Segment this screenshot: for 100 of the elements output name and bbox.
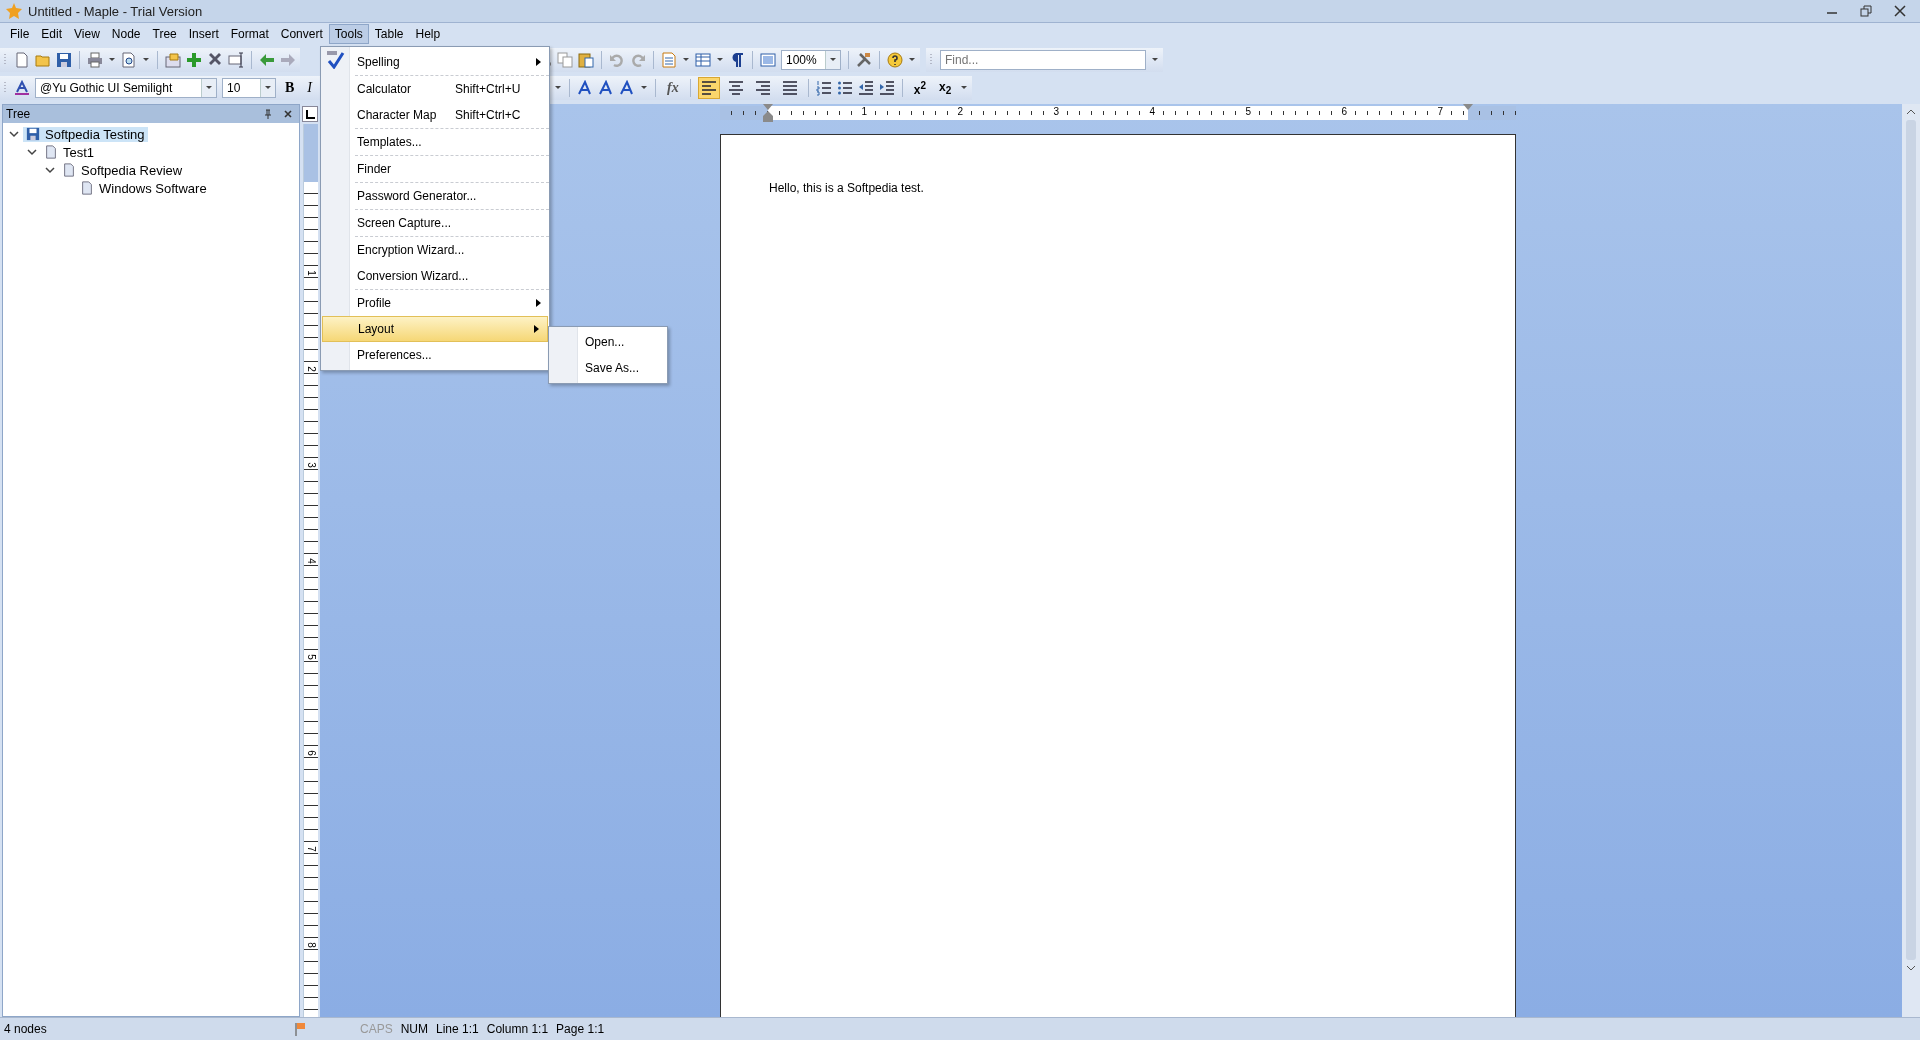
caret-icon[interactable] — [201, 79, 216, 97]
indent-marker-icon[interactable] — [1463, 104, 1473, 110]
clipboard-icon[interactable] — [578, 52, 594, 68]
ruler-number: 8 — [305, 942, 316, 948]
find-field[interactable]: Find... — [940, 50, 1146, 70]
font-color-icon[interactable] — [14, 80, 30, 96]
menu-item[interactable]: Format — [224, 24, 275, 44]
menu-item[interactable]: Edit — [35, 24, 69, 44]
properties-icon[interactable] — [165, 52, 181, 68]
rename-icon[interactable] — [228, 52, 244, 68]
delete-icon[interactable] — [207, 52, 223, 68]
ruler-number: 1 — [305, 270, 316, 276]
menu-item[interactable]: Insert — [182, 24, 225, 44]
tree-node[interactable]: Windows Software — [77, 180, 210, 196]
menu-item[interactable]: Character Map Shift+Ctrl+C — [321, 102, 549, 128]
view-icon[interactable] — [760, 52, 776, 68]
cursor-position: Line 1:1 — [436, 1022, 479, 1036]
menu-item[interactable]: Encryption Wizard... — [321, 237, 549, 263]
outdent-icon[interactable] — [857, 80, 874, 96]
pin-icon[interactable] — [263, 109, 273, 119]
window-title: Untitled - Maple - Trial Version — [28, 3, 203, 19]
document-icon — [80, 181, 94, 195]
ruler-number: 3 — [1052, 106, 1060, 117]
ruler-number: 3 — [305, 462, 316, 468]
ruler-number: 4 — [305, 558, 316, 564]
font-effect-icon[interactable] — [619, 80, 635, 96]
chevron-icon[interactable] — [9, 129, 19, 139]
menu-item[interactable]: Conversion Wizard... — [321, 263, 549, 289]
printer-icon[interactable] — [87, 52, 103, 68]
menu-item[interactable]: View — [68, 24, 106, 44]
close-icon[interactable] — [283, 109, 293, 119]
save-icon[interactable] — [56, 52, 72, 68]
ruler-number: 6 — [305, 750, 316, 756]
back-arrow-icon[interactable] — [259, 52, 275, 68]
ruler-number: 4 — [1148, 106, 1156, 117]
tree-node[interactable]: Softpedia Review — [59, 162, 186, 178]
tools-icon[interactable] — [856, 52, 872, 68]
menu-item[interactable]: Calculator Shift+Ctrl+U — [321, 76, 549, 102]
formula-button[interactable]: fx — [663, 80, 683, 96]
menu-item[interactable]: Templates... — [321, 129, 549, 155]
ruler-number: 5 — [1244, 106, 1252, 117]
caret-icon[interactable] — [825, 51, 840, 69]
ruler-number: 5 — [305, 654, 316, 660]
table-icon[interactable] — [695, 52, 711, 68]
tree-node[interactable]: Softpedia Testing — [23, 126, 148, 142]
text-style-button[interactable]: B — [281, 80, 299, 96]
pilcrow-icon[interactable] — [729, 52, 745, 68]
chevron-icon[interactable] — [45, 165, 55, 175]
corner-icon — [305, 109, 315, 119]
help-icon[interactable] — [887, 52, 903, 68]
font-effect-icon[interactable] — [598, 80, 614, 96]
tree-node[interactable]: Test1 — [41, 144, 98, 160]
ruler-number: 7 — [1436, 106, 1444, 117]
menu-item[interactable]: Node — [105, 24, 147, 44]
menu-item[interactable]: File — [4, 24, 36, 44]
menu-item[interactable]: Finder — [321, 156, 549, 182]
tab-stop-button[interactable] — [302, 106, 318, 122]
menu-item[interactable]: Spelling — [321, 49, 549, 75]
menu-item[interactable]: Tools — [328, 24, 369, 44]
scroll-down-icon[interactable] — [1906, 964, 1916, 972]
document-icon — [44, 145, 58, 159]
menu-item[interactable]: Table — [368, 24, 410, 44]
scroll-up-icon[interactable] — [1906, 108, 1916, 116]
menu-item[interactable]: Save As... — [549, 355, 667, 381]
menu-item[interactable]: Profile — [321, 290, 549, 316]
vertical-scrollbar[interactable] — [1902, 104, 1920, 1017]
menu-item[interactable]: Convert — [274, 24, 329, 44]
menu-item[interactable]: Open... — [549, 329, 667, 355]
menu-item[interactable]: Password Generator... — [321, 183, 549, 209]
menu-item[interactable]: Help — [409, 24, 447, 44]
document-icon — [62, 163, 76, 177]
zoom-combo[interactable]: 100% — [781, 50, 841, 70]
menu-item[interactable]: Layout — [322, 316, 548, 342]
align-icon[interactable] — [697, 77, 720, 99]
caret-icon[interactable] — [260, 79, 275, 97]
flag-icon — [294, 1022, 306, 1036]
indent-marker-icon[interactable] — [763, 104, 773, 122]
cursor-position: Column 1:1 — [486, 1022, 549, 1036]
new-document-icon[interactable] — [14, 52, 30, 68]
indent-icon[interactable] — [878, 80, 895, 96]
script-button[interactable]: x$_{2}$ — [934, 79, 956, 97]
numbered-list-icon[interactable] — [815, 80, 832, 96]
key-indicator: NUM — [400, 1022, 428, 1036]
menu-item[interactable]: Preferences... — [321, 342, 549, 368]
preview-icon[interactable] — [121, 52, 137, 68]
chevron-icon[interactable] — [27, 147, 37, 157]
key-indicator: CAPS — [360, 1022, 393, 1036]
document-text: Hello, this is a Softpedia test. — [769, 181, 925, 195]
text-style-button[interactable]: I — [303, 80, 316, 96]
plus-icon[interactable] — [186, 52, 202, 68]
bullet-list-icon[interactable] — [836, 80, 853, 96]
menu-item[interactable]: Screen Capture... — [321, 210, 549, 236]
menu-item[interactable]: Tree — [146, 24, 183, 44]
font-size-combo[interactable]: 10 — [222, 78, 276, 98]
font-combo[interactable]: @Yu Gothic UI Semilight — [35, 78, 217, 98]
restore-icon[interactable] — [1860, 5, 1872, 17]
font-effect-icon[interactable] — [577, 80, 593, 96]
script-button[interactable]: x$^{2}$ — [909, 79, 930, 97]
ruler-number: 2 — [956, 106, 964, 117]
close-icon[interactable] — [1894, 5, 1906, 17]
